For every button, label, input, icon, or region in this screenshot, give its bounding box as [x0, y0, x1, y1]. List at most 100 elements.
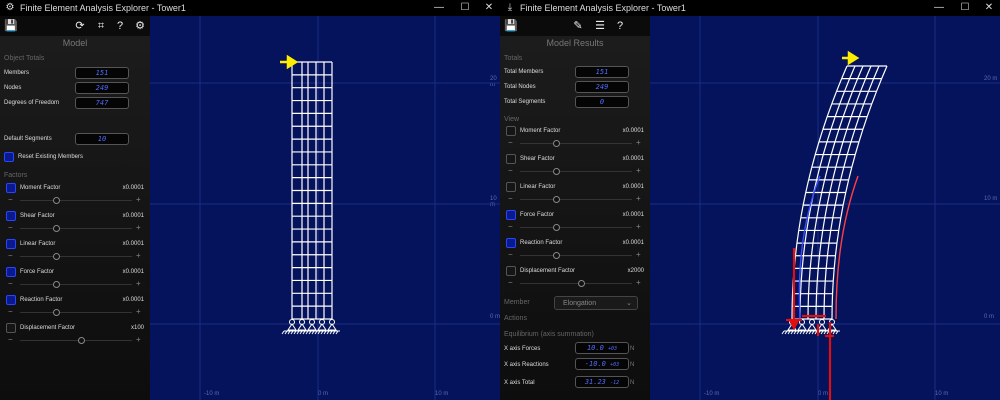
plus-icon[interactable]: +	[636, 139, 641, 147]
minus-icon[interactable]: −	[8, 224, 13, 232]
plus-icon[interactable]: +	[136, 252, 141, 260]
crop-icon[interactable]: ⌗	[93, 18, 109, 34]
x-reactions-unit: N	[630, 362, 635, 368]
slider-thumb[interactable]	[553, 140, 560, 147]
model-canvas[interactable]: 20 m 10 m 0 m -10 m 0 m 10 m	[150, 16, 500, 400]
minimize-button[interactable]: —	[426, 0, 452, 16]
factor-slider[interactable]	[20, 228, 132, 229]
slider-thumb[interactable]	[553, 196, 560, 203]
reset-members-checkbox[interactable]	[4, 152, 14, 162]
factor-checkbox[interactable]	[506, 238, 516, 248]
x-reactions-value: -10.0 +03	[575, 358, 629, 370]
factor-slider[interactable]	[20, 200, 132, 201]
plus-icon[interactable]: +	[136, 280, 141, 288]
minus-icon[interactable]: −	[508, 279, 513, 287]
factor-slider[interactable]	[520, 143, 632, 144]
x-forces-label: X axis Forces	[504, 346, 541, 352]
x-forces-exponent: +03	[608, 346, 618, 352]
factor-slider[interactable]	[20, 340, 132, 341]
mesh-vertical-member	[815, 281, 818, 294]
help-icon[interactable]: ?	[612, 18, 628, 34]
slider-thumb[interactable]	[53, 225, 60, 232]
results-canvas[interactable]: 20 m 10 m 0 m -10 m 0 m 10 m	[650, 16, 1000, 400]
minus-icon[interactable]: −	[508, 223, 513, 231]
plus-icon[interactable]: +	[136, 308, 141, 316]
pin-supports	[281, 319, 340, 335]
close-button[interactable]: ✕	[476, 0, 500, 16]
minus-icon[interactable]: −	[8, 280, 13, 288]
settings-icon[interactable]: ⚙	[132, 18, 148, 34]
maximize-button[interactable]: ☐	[952, 0, 978, 16]
minus-icon[interactable]: −	[8, 336, 13, 344]
mesh-vertical-member	[867, 78, 875, 92]
minus-icon[interactable]: −	[8, 196, 13, 204]
minus-icon[interactable]: −	[8, 252, 13, 260]
slider-thumb[interactable]	[553, 168, 560, 175]
plus-icon[interactable]: +	[636, 251, 641, 259]
refresh-icon[interactable]: ⟳	[72, 18, 88, 34]
mesh-vertical-member	[811, 154, 816, 168]
plus-icon[interactable]: +	[136, 336, 141, 344]
factor-checkbox[interactable]	[506, 182, 516, 192]
minus-icon[interactable]: −	[508, 167, 513, 175]
pencil-icon[interactable]: ✎	[570, 18, 586, 34]
maximize-button[interactable]: ☐	[452, 0, 478, 16]
factor-slider[interactable]	[520, 255, 632, 256]
factor-checkbox[interactable]	[6, 267, 16, 277]
slider-thumb[interactable]	[53, 197, 60, 204]
slider-thumb[interactable]	[53, 253, 60, 260]
plus-icon[interactable]: +	[636, 279, 641, 287]
slider-thumb[interactable]	[553, 252, 560, 259]
mesh-vertical-member	[798, 217, 802, 231]
mesh-vertical-member	[818, 243, 822, 256]
factor-checkbox[interactable]	[6, 239, 16, 249]
factor-checkbox[interactable]	[506, 266, 516, 276]
factor-checkbox[interactable]	[506, 126, 516, 136]
factor-slider[interactable]	[520, 171, 632, 172]
x-total-exponent: -12	[610, 380, 620, 386]
minimize-button[interactable]: —	[926, 0, 952, 16]
factor-slider[interactable]	[520, 283, 632, 284]
factor-slider[interactable]	[20, 312, 132, 313]
factor-checkbox[interactable]	[6, 295, 16, 305]
factor-slider[interactable]	[520, 199, 632, 200]
mesh-vertical-member	[838, 217, 842, 231]
slider-thumb[interactable]	[553, 224, 560, 231]
mesh-vertical-member	[859, 78, 867, 92]
mesh-vertical-member	[804, 230, 808, 244]
applied-force-arrow	[842, 50, 860, 66]
factor-checkbox[interactable]	[506, 154, 516, 164]
member-dropdown[interactable]: Elongation ⌄	[554, 296, 638, 310]
chevron-down-icon: ⌄	[626, 300, 632, 307]
minus-icon[interactable]: −	[508, 251, 513, 259]
minus-icon[interactable]: −	[508, 195, 513, 203]
factor-checkbox[interactable]	[6, 323, 16, 333]
mesh-vertical-member	[841, 65, 848, 79]
factor-slider[interactable]	[20, 256, 132, 257]
slider-thumb[interactable]	[53, 281, 60, 288]
factor-slider[interactable]	[20, 284, 132, 285]
plus-icon[interactable]: +	[636, 167, 641, 175]
factor-checkbox[interactable]	[6, 183, 16, 193]
close-button[interactable]: ✕	[976, 0, 1000, 16]
default-segments-input[interactable]: 10	[75, 133, 129, 145]
mesh-vertical-member	[826, 243, 830, 256]
slider-thumb[interactable]	[78, 337, 85, 344]
save-icon[interactable]: 💾	[503, 18, 519, 34]
slider-thumb[interactable]	[53, 309, 60, 316]
plus-icon[interactable]: +	[636, 223, 641, 231]
plus-icon[interactable]: +	[136, 196, 141, 204]
help-icon[interactable]: ?	[112, 18, 128, 34]
plus-icon[interactable]: +	[136, 224, 141, 232]
factor-checkbox[interactable]	[6, 211, 16, 221]
minus-icon[interactable]: −	[8, 308, 13, 316]
slider-thumb[interactable]	[578, 280, 585, 287]
list-check-icon[interactable]: ☰	[592, 18, 608, 34]
minus-icon[interactable]: −	[508, 139, 513, 147]
plus-icon[interactable]: +	[636, 195, 641, 203]
mesh-vertical-member	[837, 179, 842, 193]
factor-slider[interactable]	[520, 227, 632, 228]
deformed-tower-mesh	[791, 65, 888, 320]
save-icon[interactable]: 💾	[3, 18, 19, 34]
factor-checkbox[interactable]	[506, 210, 516, 220]
